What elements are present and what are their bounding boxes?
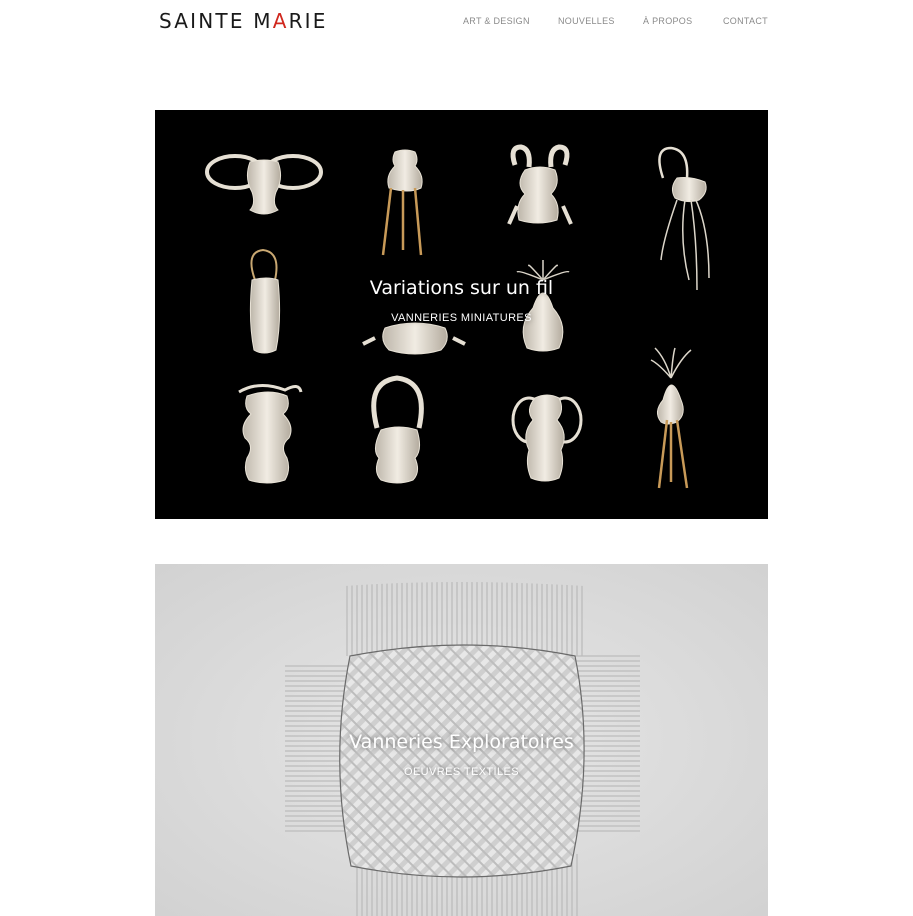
project-category: OEUVRES TEXTILES <box>403 766 519 778</box>
project-tile-vanneries-exploratoires[interactable]: Vanneries Exploratoires OEUVRES TEXTILES <box>155 564 768 916</box>
site-header: SAINTE MARIE ART & DESIGN NOUVELLES À PR… <box>0 0 913 44</box>
basket-3 <box>507 144 573 225</box>
project-tile-variations[interactable]: Variations sur un fil VANNERIES MINIATUR… <box>155 110 768 519</box>
basket-10 <box>511 394 583 482</box>
nav-nouvelles[interactable]: NOUVELLES <box>558 15 615 27</box>
basket-4 <box>658 146 710 291</box>
project-title: Variations sur un fil <box>369 277 554 299</box>
project-caption: Variations sur un fil VANNERIES MINIATUR… <box>155 276 768 325</box>
basket-2 <box>381 149 423 256</box>
basket-8 <box>238 384 303 484</box>
main-navigation: ART & DESIGN NOUVELLES À PROPOS CONTACT <box>0 15 913 29</box>
basket-1 <box>205 154 323 215</box>
project-caption: Vanneries Exploratoires OEUVRES TEXTILES <box>155 730 768 779</box>
project-category: VANNERIES MINIATURES <box>391 312 532 324</box>
nav-art-design[interactable]: ART & DESIGN <box>463 15 530 27</box>
nav-contact[interactable]: CONTACT <box>723 15 768 27</box>
nav-a-propos[interactable]: À PROPOS <box>643 15 692 27</box>
project-title: Vanneries Exploratoires <box>349 731 574 753</box>
basket-6 <box>362 322 466 355</box>
basket-11 <box>650 347 692 489</box>
basket-9 <box>371 375 424 484</box>
